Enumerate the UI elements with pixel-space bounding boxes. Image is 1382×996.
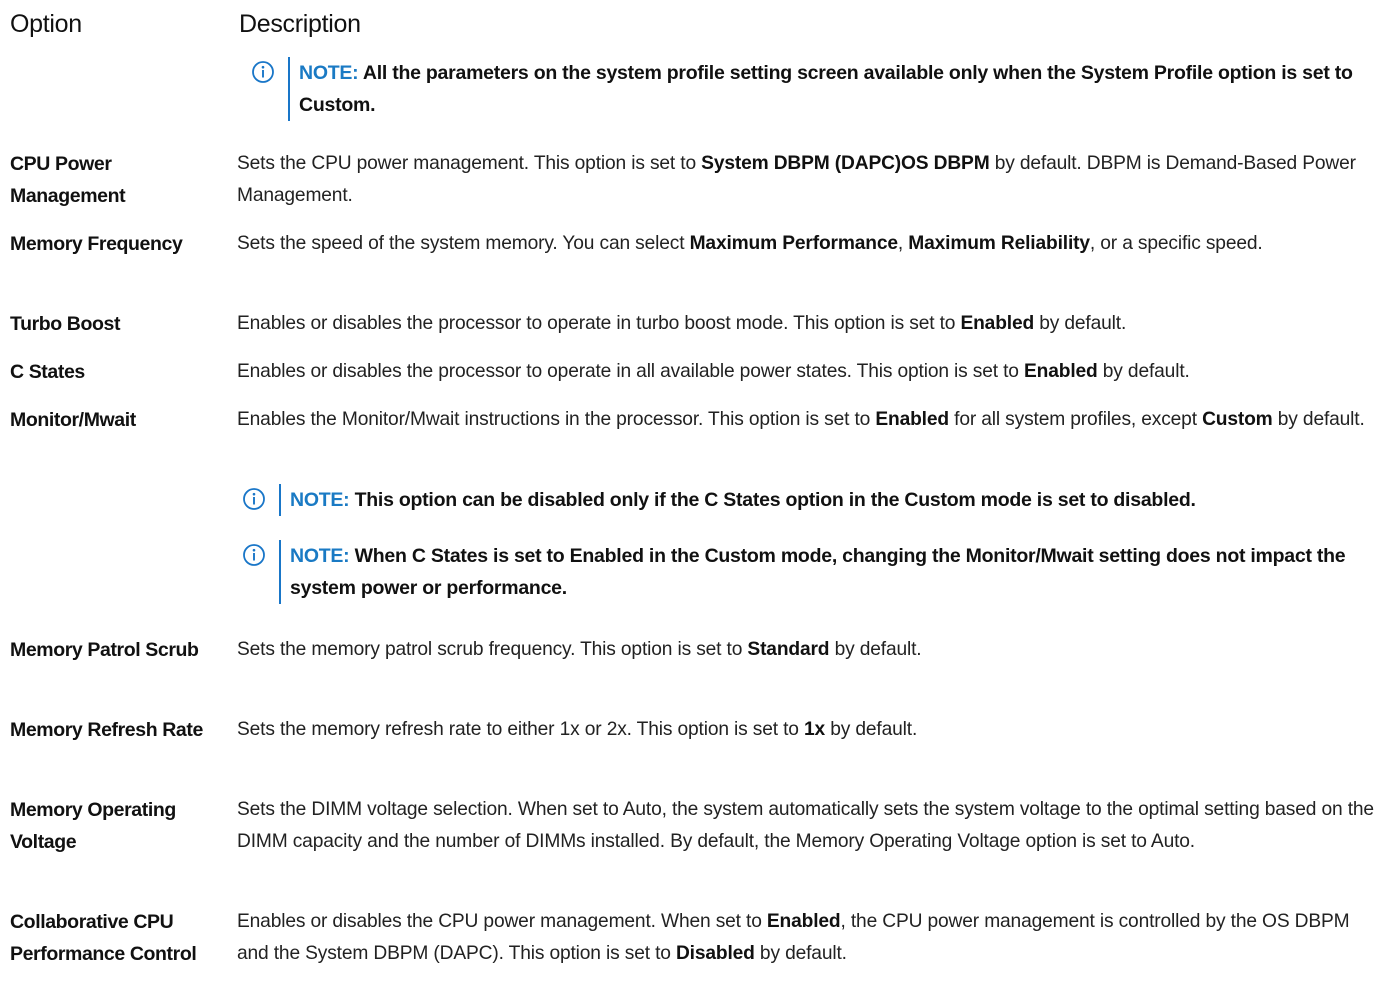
description-text: Enables or disables the CPU power manage… [237, 911, 767, 932]
column-header-description: Description [239, 10, 361, 38]
description-text: by default. [1097, 361, 1190, 382]
description-text: Enables the Monitor/Mwait instructions i… [237, 409, 876, 430]
note-callout-system-profile: NOTE: All the parameters on the system p… [246, 57, 1380, 121]
description-text: by default. [829, 639, 922, 660]
note-label: NOTE: [290, 545, 350, 567]
emphasized-value: Maximum Reliability [908, 233, 1090, 254]
option-description: Enables or disables the CPU power manage… [237, 906, 1382, 970]
column-header-option: Option [10, 10, 82, 38]
emphasized-value: System DBPM (DAPC)OS DBPM [701, 153, 990, 174]
description-text: by default. [754, 943, 847, 964]
note-label: NOTE: [299, 62, 359, 84]
emphasized-value: Enabled [1024, 361, 1098, 382]
emphasized-value: Standard [747, 639, 830, 660]
description-text: , or a specific speed. [1089, 233, 1263, 254]
emphasized-value: Enabled [960, 313, 1035, 334]
emphasized-value: 1x [804, 719, 826, 740]
info-circle-icon [252, 61, 274, 83]
description-text: by default. [1034, 313, 1127, 334]
description-text: by default. [825, 719, 918, 740]
info-circle-icon [243, 544, 265, 566]
option-description: Enables the Monitor/Mwait instructions i… [237, 404, 1382, 436]
description-text: , [897, 233, 909, 254]
description-text: Sets the CPU power management. This opti… [237, 153, 702, 174]
emphasized-value: Disabled [675, 943, 755, 964]
description-text: Sets the memory patrol scrub frequency. … [237, 639, 748, 660]
option-name: Memory Patrol Scrub [10, 639, 199, 661]
option-description: Sets the speed of the system memory. You… [237, 228, 1382, 260]
note-body: NOTE: When C States is set to Enabled in… [279, 540, 1380, 604]
option-description: Enables or disables the processor to ope… [237, 356, 1382, 388]
description-text: Sets the speed of the system memory. You… [237, 233, 690, 254]
document-page: Option Description NOTE: All the paramet… [0, 0, 1382, 996]
option-description: Enables or disables the processor to ope… [237, 308, 1382, 340]
option-description: Sets the memory patrol scrub frequency. … [237, 634, 1382, 666]
note-body: NOTE: All the parameters on the system p… [288, 57, 1380, 121]
info-circle-icon [243, 488, 265, 510]
option-description: Sets the memory refresh rate to either 1… [237, 714, 1382, 746]
note-text: When C States is set to Enabled in the C… [290, 545, 1346, 599]
option-name: Turbo Boost [10, 313, 121, 335]
note-body: NOTE: This option can be disabled only i… [279, 484, 1196, 516]
note-text: All the parameters on the system profile… [299, 62, 1353, 116]
description-text: Sets the DIMM voltage selection. When se… [237, 799, 1374, 852]
description-text: Enables or disables the processor to ope… [237, 313, 961, 334]
note-callout-monitor-impact: NOTE: When C States is set to Enabled in… [237, 540, 1380, 604]
description-text: by default. [1272, 409, 1365, 430]
note-text: This option can be disabled only if the … [354, 489, 1196, 511]
emphasized-value: Custom [1202, 409, 1273, 430]
note-label: NOTE: [290, 489, 350, 511]
emphasized-value: Maximum Performance [689, 233, 898, 254]
emphasized-value: Enabled [766, 911, 841, 932]
note-callout-monitor-disable: NOTE: This option can be disabled only i… [237, 484, 1380, 516]
description-text: Sets the memory refresh rate to either 1… [237, 719, 805, 740]
option-name: Monitor/Mwait [10, 409, 136, 431]
emphasized-value: Enabled [875, 409, 949, 430]
option-name: Memory Frequency [10, 233, 183, 255]
option-name: C States [10, 361, 85, 383]
description-text: for all system profiles, except [948, 409, 1203, 430]
option-name: Memory Operating Voltage [10, 799, 176, 853]
option-name: Memory Refresh Rate [10, 719, 203, 741]
option-description: Sets the DIMM voltage selection. When se… [237, 794, 1382, 858]
option-name: Collaborative CPU Performance Control [10, 911, 197, 965]
description-text: Enables or disables the processor to ope… [237, 361, 1025, 382]
option-name: CPU Power Management [10, 153, 126, 207]
option-description: Sets the CPU power management. This opti… [237, 148, 1382, 212]
